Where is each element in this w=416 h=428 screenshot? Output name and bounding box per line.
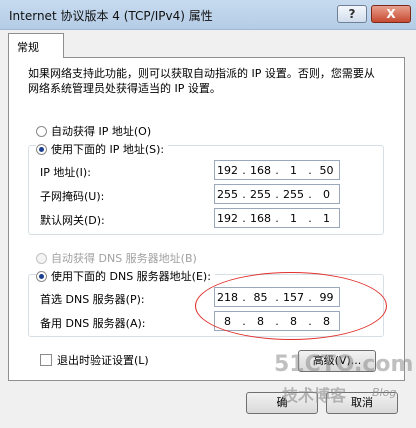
octet-separator: . [275,187,279,201]
octet: 168 [250,163,271,177]
validate-checkbox[interactable] [40,354,52,366]
octet: 255 [217,187,238,201]
validate-label: 退出时验证设置(L) [57,354,149,367]
preferred-dns-label: 首选 DNS 服务器(P): [40,293,145,306]
ip-auto-option[interactable]: 自动获得 IP 地址(O) [36,123,151,139]
ip-address-input[interactable]: 192. 168. 1. 50 [214,160,340,180]
octet: 1 [290,163,297,177]
octet: 192 [217,163,238,177]
octet-separator: . [308,211,312,225]
octet-separator: . [308,187,312,201]
dns-auto-label: 自动获得 DNS 服务器地址(B) [51,252,197,265]
tab-general-label: 常规 [17,41,39,54]
octet-separator: . [242,187,246,201]
ip-manual-option[interactable]: 使用下面的 IP 地址(S): [36,141,169,157]
octet: 255 [283,187,304,201]
octet-separator: . [275,211,279,225]
subnet-mask-input[interactable]: 255. 255. 255. 0 [214,184,340,204]
octet: 1 [290,211,297,225]
dns-manual-radio[interactable] [36,271,47,282]
octet-separator: . [242,211,246,225]
dns-auto-option[interactable]: 自动获得 DNS 服务器地址(B) [36,250,197,266]
octet: 0 [323,187,330,201]
ip-manual-label: 使用下面的 IP 地址(S): [51,143,165,156]
dns-auto-radio[interactable] [36,253,47,264]
subnet-mask-label: 子网掩码(U): [40,190,105,203]
annotation-ellipse [195,272,387,340]
ip-auto-label: 自动获得 IP 地址(O) [51,125,152,138]
default-gateway-input[interactable]: 192. 168. 1. 1 [214,208,340,228]
octet: 1 [323,211,330,225]
octet: 192 [217,211,238,225]
help-button[interactable]: ? [337,5,367,23]
octet: 168 [250,211,271,225]
octet-separator: . [308,163,312,177]
window-title: Internet 协议版本 4 (TCP/IPv4) 属性 [9,9,213,23]
ok-button[interactable]: 确 [246,392,318,414]
octet-separator: . [242,163,246,177]
octet: 50 [319,163,334,177]
alternate-dns-label: 备用 DNS 服务器(A): [40,317,146,330]
dns-manual-option[interactable]: 使用下面的 DNS 服务器地址(E): [36,268,215,284]
advanced-button[interactable]: 高级(V)... [298,350,376,372]
close-button[interactable]: X [371,5,411,23]
description-text: 如果网络支持此功能，则可以获取自动指派的 IP 设置。否则，您需要从网络系统管理… [28,67,375,95]
ip-address-label: IP 地址(I): [40,166,91,179]
octet-separator: . [275,163,279,177]
cancel-button[interactable]: 取消 [326,392,398,414]
octet: 255 [250,187,271,201]
default-gateway-label: 默认网关(D): [40,214,105,227]
ip-manual-radio[interactable] [36,144,47,155]
dns-manual-label: 使用下面的 DNS 服务器地址(E): [51,270,211,283]
validate-option[interactable]: 退出时验证设置(L) [40,352,149,368]
tab-general[interactable]: 常规 [8,33,64,58]
ip-auto-radio[interactable] [36,126,47,137]
